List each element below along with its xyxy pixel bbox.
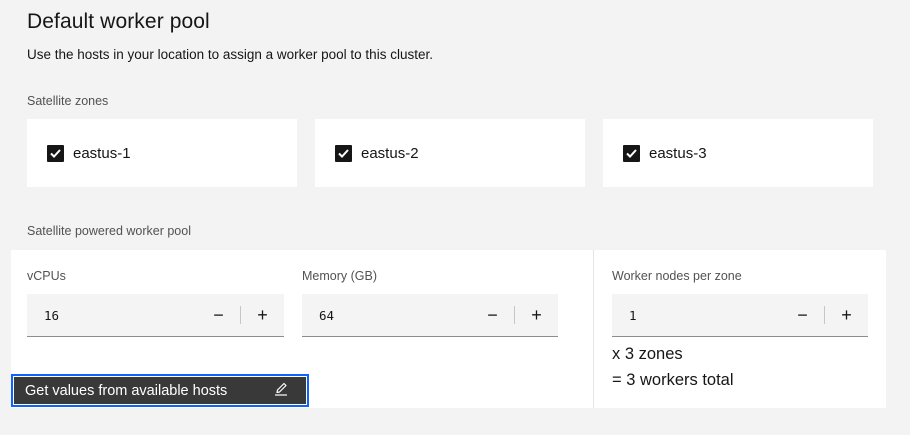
workers-label: Worker nodes per zone: [612, 269, 742, 283]
panel-divider: [593, 250, 594, 408]
zone-tile-eastus-1[interactable]: eastus-1: [27, 119, 297, 187]
workers-stepper: 1 − +: [612, 294, 868, 337]
workers-total-text: = 3 workers total: [612, 371, 734, 389]
get-values-from-hosts-button[interactable]: Get values from available hosts: [11, 374, 309, 407]
zone-checkbox[interactable]: [623, 144, 640, 162]
zone-name: eastus-3: [649, 144, 707, 162]
memory-decrement-button[interactable]: −: [471, 294, 514, 337]
worker-pool-page: Default worker pool Use the hosts in you…: [0, 0, 910, 435]
pool-section-label: Satellite powered worker pool: [27, 224, 191, 238]
vcpus-input[interactable]: 16: [27, 308, 197, 323]
zone-name: eastus-1: [73, 144, 131, 162]
page-title: Default worker pool: [27, 10, 210, 33]
memory-label: Memory (GB): [302, 269, 377, 283]
workers-input[interactable]: 1: [612, 308, 781, 323]
zones-section-label: Satellite zones: [27, 94, 109, 108]
checkmark-icon: [338, 148, 349, 158]
zone-name: eastus-2: [361, 144, 419, 162]
vcpus-decrement-button[interactable]: −: [197, 294, 240, 337]
vcpus-label: vCPUs: [27, 269, 66, 283]
memory-input[interactable]: 64: [302, 308, 471, 323]
zone-tile-eastus-3[interactable]: eastus-3: [603, 119, 873, 187]
zone-tile-eastus-2[interactable]: eastus-2: [315, 119, 585, 187]
vcpus-increment-button[interactable]: +: [241, 294, 284, 337]
checkmark-icon: [50, 148, 61, 158]
pencil-icon: [273, 381, 289, 401]
zone-checkbox[interactable]: [47, 144, 64, 162]
hosts-button-label: Get values from available hosts: [25, 382, 228, 399]
workers-decrement-button[interactable]: −: [781, 294, 824, 337]
vcpus-stepper: 16 − +: [27, 294, 284, 337]
page-description: Use the hosts in your location to assign…: [27, 47, 433, 62]
workers-increment-button[interactable]: +: [825, 294, 868, 337]
memory-stepper: 64 − +: [302, 294, 558, 337]
zones-multiplier-text: x 3 zones: [612, 345, 683, 363]
zone-checkbox[interactable]: [335, 144, 352, 162]
memory-increment-button[interactable]: +: [515, 294, 558, 337]
checkmark-icon: [626, 148, 637, 158]
